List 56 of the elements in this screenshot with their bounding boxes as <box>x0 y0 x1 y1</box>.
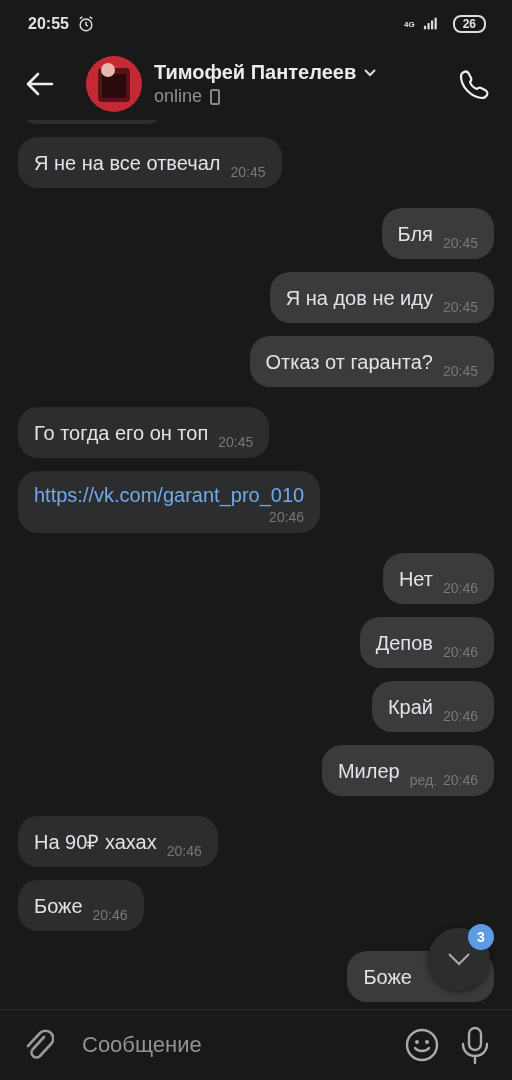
message-time: 20:46 <box>166 843 202 859</box>
avatar[interactable] <box>86 56 142 112</box>
status-time: 20:55 <box>28 15 69 33</box>
message-bubble[interactable]: Край 20:46 <box>371 681 494 732</box>
phone-icon[interactable] <box>458 68 490 100</box>
message-bubble[interactable]: Нет 20:46 <box>382 553 494 604</box>
message-text: Милер <box>337 759 400 783</box>
contact-name[interactable]: Тимофей Пантелеев <box>154 61 357 84</box>
message-time: 20:46 <box>92 907 128 923</box>
chevron-down-icon <box>447 952 471 966</box>
message-text: На 90₽ хахах <box>34 830 157 854</box>
message-bubble[interactable]: Милер ред. 20:46 <box>321 745 494 796</box>
message-time: 20:46 <box>442 772 478 788</box>
network-label: 4G <box>403 19 415 29</box>
message-text: Отказ от гаранта? <box>265 350 433 374</box>
message-bubble[interactable]: Я на дов не иду 20:45 <box>269 272 494 323</box>
chevron-down-icon[interactable] <box>364 68 377 77</box>
message-link[interactable]: https://vk.com/garant_pro_010 <box>34 483 305 507</box>
message-bubble[interactable]: Отказ от гаранта? 20:45 <box>249 336 494 387</box>
alarm-icon <box>76 15 95 33</box>
message-time: 20:45 <box>442 299 478 315</box>
message-time: 20:45 <box>230 164 266 180</box>
message-bubble[interactable]: Го тогда его он топ 20:45 <box>18 407 270 458</box>
message-text: Боже <box>34 894 83 918</box>
message-bubble[interactable]: Депов 20:46 <box>359 617 494 668</box>
message-time: 20:45 <box>442 235 478 251</box>
message-time: 20:45 <box>218 434 254 450</box>
message-text: Боже <box>363 965 412 989</box>
message-text: Я не на все отвечал <box>34 151 221 175</box>
message-text: Нет <box>398 567 433 591</box>
message-time: 20:46 <box>269 509 305 525</box>
message-text: Бля <box>397 222 433 246</box>
microphone-icon[interactable] <box>460 1026 490 1064</box>
message-bubble[interactable]: На 90₽ хахах 20:46 <box>18 816 218 867</box>
message-time: 20:46 <box>442 708 478 724</box>
message-input-field[interactable]: Сообщение <box>82 1032 384 1058</box>
message-time: 20:45 <box>442 363 478 379</box>
phone-device-icon <box>210 88 221 105</box>
message-bubble[interactable]: https://vk.com/garant_pro_010 20:46 <box>18 471 321 533</box>
back-arrow-icon[interactable] <box>26 72 54 96</box>
message-time: 20:46 <box>442 644 478 660</box>
message-text: Я на дов не иду <box>285 286 433 310</box>
smiley-icon[interactable] <box>404 1027 440 1063</box>
edited-label: ред. <box>409 772 437 788</box>
unread-badge: 3 <box>468 924 494 950</box>
message-text: Го тогда его он топ <box>34 421 209 445</box>
message-bubble[interactable]: Я не на все отвечал 20:45 <box>18 137 282 188</box>
message-text: Депов <box>375 631 433 655</box>
online-status: online <box>154 86 203 107</box>
message-bubble[interactable]: Боже 20:46 <box>18 880 144 931</box>
battery-level: 26 <box>452 15 486 33</box>
signal-icon <box>422 17 439 31</box>
message-text: Край <box>387 695 433 719</box>
message-time: 20:46 <box>442 580 478 596</box>
paperclip-icon[interactable] <box>24 1028 54 1062</box>
message-bubble[interactable]: Бля 20:45 <box>381 208 494 259</box>
